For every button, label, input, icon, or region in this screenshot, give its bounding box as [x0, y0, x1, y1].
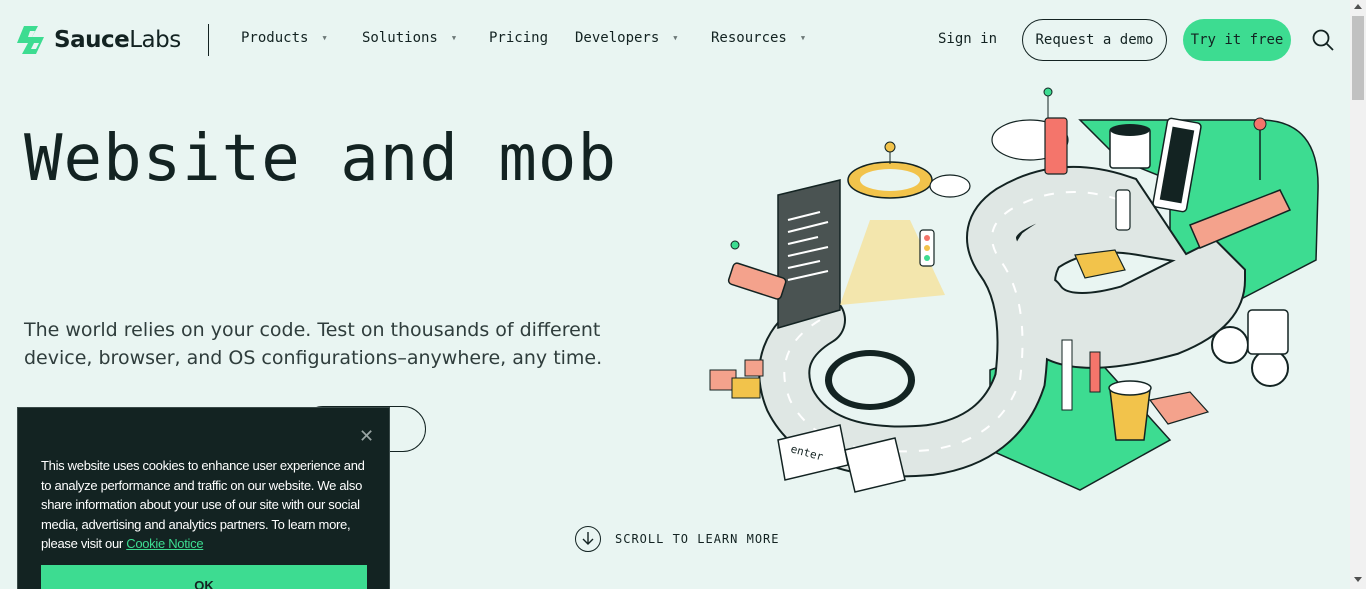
- sign-in-link[interactable]: Sign in: [938, 31, 997, 47]
- scroll-down-arrow-icon[interactable]: [1354, 577, 1362, 582]
- chevron-down-icon: ▼: [322, 34, 327, 42]
- chevron-down-icon: ▼: [451, 34, 457, 42]
- nav-developers[interactable]: Developers ▼: [575, 30, 711, 46]
- main-nav: Products ▼ Solutions ▼ Pricing Developer…: [241, 30, 805, 46]
- saucelabs-logo-icon: [17, 26, 44, 54]
- chevron-down-icon: ▼: [800, 34, 806, 42]
- nav-solutions-label: Solutions: [362, 30, 438, 46]
- nav-pricing-label: Pricing: [489, 30, 549, 46]
- try-free-button[interactable]: Try it free: [1183, 19, 1291, 61]
- hero-subtitle-line2: device, browser, and OS configurations–a…: [24, 347, 603, 369]
- request-demo-button[interactable]: Request a demo: [1022, 19, 1167, 61]
- saucelabs-logo[interactable]: SauceLabs: [16, 24, 181, 56]
- cookie-ok-button[interactable]: OK: [41, 565, 367, 589]
- nav-resources-label: Resources: [711, 30, 787, 46]
- cookie-banner: ✕ This website uses cookies to enhance u…: [17, 407, 390, 589]
- hero-illustration: enter: [709, 87, 1319, 493]
- cookie-text: This website uses cookies to enhance use…: [41, 456, 371, 554]
- nav-solutions[interactable]: Solutions ▼: [362, 30, 489, 46]
- cookie-notice-link[interactable]: Cookie Notice: [126, 536, 203, 551]
- nav-pricing[interactable]: Pricing: [489, 30, 575, 46]
- logo-wordmark: SauceLabs: [54, 27, 181, 53]
- scroll-to-learn-more[interactable]: SCROLL TO LEARN MORE: [575, 526, 780, 552]
- hero-title: Website and mob: [24, 122, 617, 196]
- hero-subtitle-line1: The world relies on your code. Test on t…: [24, 319, 601, 341]
- hero-subtitle: The world relies on your code. Test on t…: [24, 316, 644, 372]
- nav-developers-label: Developers: [575, 30, 660, 46]
- scroll-up-arrow-icon[interactable]: [1354, 4, 1362, 9]
- header-divider: [208, 24, 209, 56]
- nav-products[interactable]: Products ▼: [241, 30, 362, 46]
- scroll-to-learn-more-label: SCROLL TO LEARN MORE: [615, 532, 780, 546]
- scroll-thumb[interactable]: [1352, 16, 1364, 100]
- arrow-down-icon: [575, 526, 601, 552]
- search-icon[interactable]: [1312, 29, 1334, 51]
- nav-resources[interactable]: Resources ▼: [711, 30, 805, 46]
- page-scrollbar[interactable]: [1350, 0, 1366, 589]
- nav-products-label: Products: [241, 30, 309, 46]
- site-header: SauceLabs Products ▼ Solutions ▼ Pricing…: [0, 0, 1350, 80]
- chevron-down-icon: ▼: [673, 34, 678, 42]
- close-icon[interactable]: ✕: [359, 426, 374, 447]
